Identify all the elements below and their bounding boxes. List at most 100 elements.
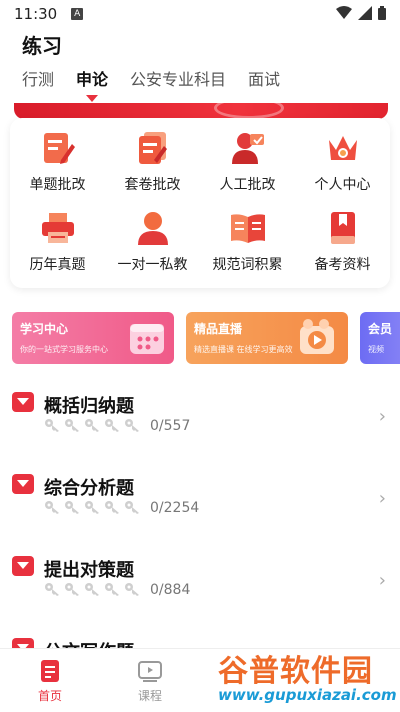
progress-count: 0/2254 xyxy=(150,500,200,516)
home-doc-icon xyxy=(41,660,59,682)
key-icon xyxy=(125,583,139,596)
video-course-icon xyxy=(138,661,162,682)
edit-sheet-icon xyxy=(38,128,78,168)
feature-grid: 单题批改 套卷批改 人工批改 个人中心 历年真题 一对一私教 规范词积累 备考资… xyxy=(10,128,390,274)
crown-icon xyxy=(323,128,363,168)
chevron-right-icon: › xyxy=(378,488,386,509)
grid-item-single-correction[interactable]: 单题批改 xyxy=(10,128,105,194)
watermark-url: www.gupuxiazai.com xyxy=(218,686,397,704)
site-watermark: 谷普软件园 www.gupuxiazai.com xyxy=(214,640,400,712)
grid-label: 人工批改 xyxy=(219,177,276,193)
key-icon xyxy=(85,501,99,514)
progress-count: 0/557 xyxy=(150,418,191,434)
tab-label: 申论 xyxy=(76,70,109,89)
key-icon xyxy=(105,501,119,514)
key-icon xyxy=(125,501,139,514)
page-title: 练习 xyxy=(22,34,62,58)
promo-subtitle: 你的一站式学习服务中心 xyxy=(20,345,108,354)
promo-subtitle: 精选直播课 在线学习更高效 xyxy=(194,345,293,354)
key-icon xyxy=(85,583,99,596)
list-item[interactable]: 提出对策题 0/884 › xyxy=(0,542,400,624)
signal-icon xyxy=(358,5,372,24)
promo-row: 学习中心 你的一站式学习服务中心 精品直播 精选直播课 在线学习更高效 会员 视… xyxy=(12,312,400,364)
battery-icon xyxy=(378,5,386,24)
key-icon xyxy=(65,583,79,596)
progress-count: 0/884 xyxy=(150,582,191,598)
grid-label: 个人中心 xyxy=(314,177,371,193)
nav-label: 课程 xyxy=(137,689,162,703)
tab-label: 面试 xyxy=(248,70,281,89)
chevron-right-icon: › xyxy=(378,406,386,427)
calendar-illustration-icon xyxy=(130,324,164,354)
banner-decoration xyxy=(214,97,284,119)
nav-course[interactable]: 课程 xyxy=(120,659,180,704)
tab-police-subject[interactable]: 公安专业科目 xyxy=(130,62,226,102)
nav-label: 首页 xyxy=(37,689,62,703)
status-time: 11:30 xyxy=(14,5,58,23)
grid-label: 备考资料 xyxy=(314,257,371,273)
nav-home[interactable]: 首页 xyxy=(20,659,80,704)
list-item-title: 综合分析题 xyxy=(44,478,134,499)
promo-title: 会员 xyxy=(368,322,393,336)
key-icon xyxy=(105,419,119,432)
wifi-icon xyxy=(336,5,352,24)
grid-item-materials[interactable]: 备考资料 xyxy=(295,208,390,274)
list-item-title: 概括归纳题 xyxy=(44,396,134,417)
key-icon xyxy=(45,419,59,432)
list-item-title: 提出对策题 xyxy=(44,560,134,581)
key-icon xyxy=(125,419,139,432)
promo-title: 学习中心 xyxy=(20,322,69,336)
notification-badge: A xyxy=(71,8,84,20)
grid-label: 历年真题 xyxy=(29,257,86,273)
key-icon xyxy=(105,583,119,596)
promo-study-center[interactable]: 学习中心 你的一站式学习服务中心 xyxy=(12,312,174,364)
grid-label: 一对一私教 xyxy=(117,257,188,273)
status-icons xyxy=(336,5,386,24)
chevron-right-icon: › xyxy=(378,570,386,591)
promo-subtitle: 视频 xyxy=(368,345,384,354)
banner-carousel[interactable] xyxy=(14,97,388,119)
category-flag-icon xyxy=(12,392,34,412)
subject-tabs: 行测 申论 公安专业科目 面试 xyxy=(0,62,400,102)
video-camera-icon xyxy=(300,319,334,354)
difficulty-keys xyxy=(44,582,140,596)
active-tab-indicator xyxy=(86,95,99,102)
tab-shenlun[interactable]: 申论 xyxy=(76,62,108,102)
key-icon xyxy=(85,419,99,432)
grid-item-personal-center[interactable]: 个人中心 xyxy=(295,128,390,194)
list-item[interactable]: 概括归纳题 0/557 › xyxy=(0,378,400,460)
paper-stack-icon xyxy=(133,128,173,168)
grid-label: 套卷批改 xyxy=(124,177,181,193)
status-bar: 11:30 A xyxy=(0,0,400,28)
difficulty-keys xyxy=(44,418,140,432)
grid-label: 单题批改 xyxy=(29,177,86,193)
tab-interview[interactable]: 面试 xyxy=(248,62,280,102)
key-icon xyxy=(65,501,79,514)
list-item[interactable]: 综合分析题 0/2254 › xyxy=(0,460,400,542)
tab-label: 公安专业科目 xyxy=(130,70,227,89)
key-icon xyxy=(45,583,59,596)
difficulty-keys xyxy=(44,500,140,514)
printer-icon xyxy=(38,208,78,248)
tab-xingce[interactable]: 行测 xyxy=(22,62,54,102)
feature-grid-card: 单题批改 套卷批改 人工批改 个人中心 历年真题 一对一私教 规范词积累 备考资… xyxy=(10,118,390,288)
app-screen: 11:30 A 练习 行测 申论 公安专业科目 面试 单题批改 套卷批改 人工批… xyxy=(0,0,400,712)
tab-label: 行测 xyxy=(22,70,55,89)
key-icon xyxy=(45,501,59,514)
key-icon xyxy=(65,419,79,432)
category-flag-icon xyxy=(12,474,34,494)
category-flag-icon xyxy=(12,556,34,576)
grid-item-vocabulary[interactable]: 规范词积累 xyxy=(200,208,295,274)
grid-item-one-on-one[interactable]: 一对一私教 xyxy=(105,208,200,274)
material-book-icon xyxy=(323,208,363,248)
watermark-title: 谷普软件园 xyxy=(218,654,373,689)
grid-item-past-papers[interactable]: 历年真题 xyxy=(10,208,105,274)
promo-membership[interactable]: 会员 视频 xyxy=(360,312,400,364)
person-icon xyxy=(133,208,173,248)
open-book-icon xyxy=(228,208,268,248)
teacher-icon xyxy=(228,128,268,168)
promo-title: 精品直播 xyxy=(194,322,243,336)
grid-item-manual-correction[interactable]: 人工批改 xyxy=(200,128,295,194)
promo-live-class[interactable]: 精品直播 精选直播课 在线学习更高效 xyxy=(186,312,348,364)
grid-item-paper-correction[interactable]: 套卷批改 xyxy=(105,128,200,194)
